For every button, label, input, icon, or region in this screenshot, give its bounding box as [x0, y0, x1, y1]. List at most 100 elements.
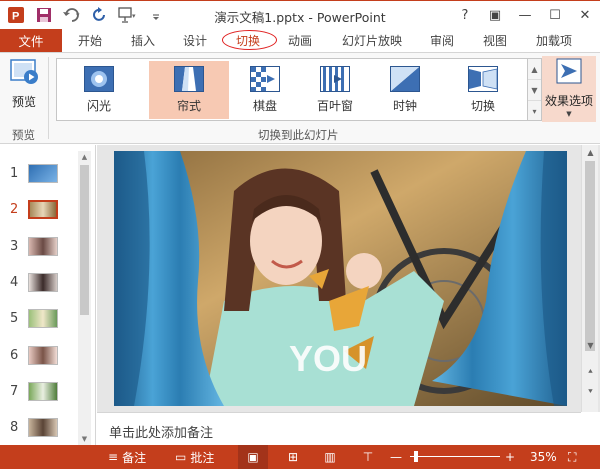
- close-button[interactable]: ✕: [570, 1, 600, 29]
- scroll-up-icon[interactable]: ▲: [582, 148, 599, 157]
- tab-review[interactable]: 审阅: [430, 29, 454, 52]
- maximize-button[interactable]: ☐: [540, 1, 570, 29]
- tab-slideshow[interactable]: 幻灯片放映: [342, 29, 402, 52]
- normal-view-icon: ▣: [247, 450, 259, 464]
- next-slide-icon[interactable]: ⯆: [582, 387, 599, 397]
- transition-label: 棋盘: [252, 99, 277, 113]
- slide-number: 6: [10, 347, 19, 363]
- switch-transition-icon: [468, 66, 498, 92]
- slideshow-icon: ⊤: [362, 450, 374, 464]
- reading-view-icon: ▥: [324, 450, 336, 464]
- gallery-down-button[interactable]: ▼: [528, 80, 541, 101]
- blinds-transition-icon: [320, 66, 350, 92]
- tab-addins[interactable]: 加载项: [536, 29, 572, 52]
- slide-number: 5: [10, 310, 19, 326]
- gallery-up-button[interactable]: ▲: [528, 59, 541, 80]
- reading-view-button[interactable]: ▥: [320, 445, 340, 469]
- comment-icon: ▭: [175, 450, 187, 464]
- zoom-level[interactable]: 35%: [530, 445, 557, 469]
- transition-curtains[interactable]: 帘式: [149, 61, 229, 119]
- slide-thumbnail-8[interactable]: 8: [10, 413, 58, 441]
- slide-number: 3: [10, 238, 19, 254]
- slide-preview: [28, 345, 58, 365]
- slide-number: 8: [10, 419, 19, 435]
- slide-thumbnail-6[interactable]: 6: [10, 341, 58, 369]
- fit-to-window-button[interactable]: ⛶: [568, 445, 576, 469]
- slide-number: 4: [10, 274, 19, 290]
- window-controls: ? ▣ — ☐ ✕: [450, 1, 600, 29]
- effect-options-button[interactable]: 效果选项 ▼: [542, 56, 596, 122]
- slide-canvas[interactable]: YOU: [114, 151, 567, 406]
- effect-options-icon: [556, 58, 582, 84]
- status-bar: ≡ 备注 ▭ 批注 ▣ ⊞ ▥ ⊤ — + 35% ⛶: [0, 445, 600, 469]
- notes-placeholder: 单击此处添加备注: [109, 426, 214, 441]
- transition-label: 时钟: [392, 99, 417, 113]
- thumbnail-scrollbar[interactable]: ▲ ▼: [78, 151, 91, 445]
- preview-label: 预览: [11, 95, 36, 109]
- scrollbar-thumb[interactable]: [585, 161, 595, 351]
- transition-label: 帘式: [176, 99, 201, 113]
- slide-preview: [28, 163, 58, 183]
- tab-animations[interactable]: 动画: [288, 29, 312, 52]
- tab-view[interactable]: 视图: [483, 29, 507, 52]
- ribbon-panel: 预览 预览 闪光 帘式 棋盘 百叶窗 时钟 切换 ▲ ▼ ▾ 切换到此幻灯片 效…: [0, 52, 600, 144]
- tab-home[interactable]: 开始: [78, 29, 102, 52]
- tab-insert[interactable]: 插入: [131, 29, 155, 52]
- comments-toggle-button[interactable]: ▭ 批注: [175, 445, 214, 469]
- slide-preview: [28, 308, 58, 328]
- tab-file[interactable]: 文件: [0, 29, 62, 52]
- slideshow-button[interactable]: ⊤: [358, 445, 378, 469]
- zoom-track: [410, 456, 500, 457]
- preview-group-label: 预览: [12, 128, 35, 142]
- transition-clock[interactable]: 时钟: [365, 61, 445, 119]
- zoom-in-button[interactable]: +: [505, 445, 515, 469]
- slide-preview: [28, 417, 58, 437]
- flash-transition-icon: [84, 66, 114, 92]
- preview-button[interactable]: 预览: [4, 57, 44, 121]
- transition-switch[interactable]: 切换: [443, 61, 523, 119]
- slide-thumbnail-1[interactable]: 1: [10, 159, 58, 187]
- ribbon-display-button[interactable]: ▣: [480, 1, 510, 29]
- preview-icon: [10, 59, 38, 84]
- slide-preview: [28, 199, 58, 219]
- minimize-button[interactable]: —: [510, 1, 540, 29]
- notes-toggle-label: 备注: [122, 450, 147, 465]
- slide-thumbnail-4[interactable]: 4: [10, 268, 58, 296]
- comments-toggle-label: 批注: [190, 450, 215, 465]
- notes-toggle-button[interactable]: ≡ 备注: [108, 445, 146, 469]
- transition-flash[interactable]: 闪光: [59, 61, 139, 119]
- slide-thumbnail-3[interactable]: 3: [10, 232, 58, 260]
- zoom-slider[interactable]: [410, 445, 500, 469]
- transition-blinds[interactable]: 百叶窗: [295, 61, 375, 119]
- ribbon-tabs: 文件 开始 插入 设计 切换 动画 幻灯片放映 审阅 视图 加载项: [0, 29, 600, 52]
- gallery-more-button[interactable]: ▾: [528, 101, 541, 122]
- gallery-scroller: ▲ ▼ ▾: [528, 58, 542, 121]
- transition-label: 切换: [470, 99, 495, 113]
- slide-thumbnail-7[interactable]: 7: [10, 377, 58, 405]
- slide-thumbnail-pane: 1 2 3 4 5 6 7 8 ▲ ▼: [0, 145, 96, 445]
- transition-checkerboard[interactable]: 棋盘: [225, 61, 305, 119]
- previous-slide-icon[interactable]: ⯅: [582, 367, 599, 377]
- slide-thumbnail-5[interactable]: 5: [10, 304, 58, 332]
- scroll-up-icon[interactable]: ▲: [78, 153, 91, 161]
- slide-preview: [28, 272, 58, 292]
- slide-editing-area: YOU: [97, 145, 600, 412]
- notes-pane[interactable]: 单击此处添加备注: [97, 412, 581, 445]
- slide-scrollbar[interactable]: ▲ ▼ ⯅ ⯆: [581, 145, 598, 412]
- slide-sorter-icon: ⊞: [287, 450, 299, 464]
- clock-transition-icon: [390, 66, 420, 92]
- help-button[interactable]: ?: [450, 1, 480, 29]
- normal-view-button[interactable]: ▣: [238, 445, 268, 469]
- scrollbar-thumb[interactable]: [80, 165, 89, 315]
- notes-icon: ≡: [108, 450, 119, 464]
- tab-design[interactable]: 设计: [183, 29, 207, 52]
- slide-thumbnail-2[interactable]: 2: [10, 195, 58, 223]
- transitions-group-label: 切换到此幻灯片: [258, 128, 339, 142]
- slide-preview: [28, 236, 58, 256]
- transition-label: 闪光: [86, 99, 111, 113]
- scroll-down-icon[interactable]: ▼: [78, 435, 91, 443]
- slide-sorter-button[interactable]: ⊞: [283, 445, 303, 469]
- scroll-down-icon[interactable]: ▼: [582, 341, 599, 350]
- zoom-thumb[interactable]: [414, 451, 418, 462]
- zoom-out-button[interactable]: —: [390, 445, 402, 469]
